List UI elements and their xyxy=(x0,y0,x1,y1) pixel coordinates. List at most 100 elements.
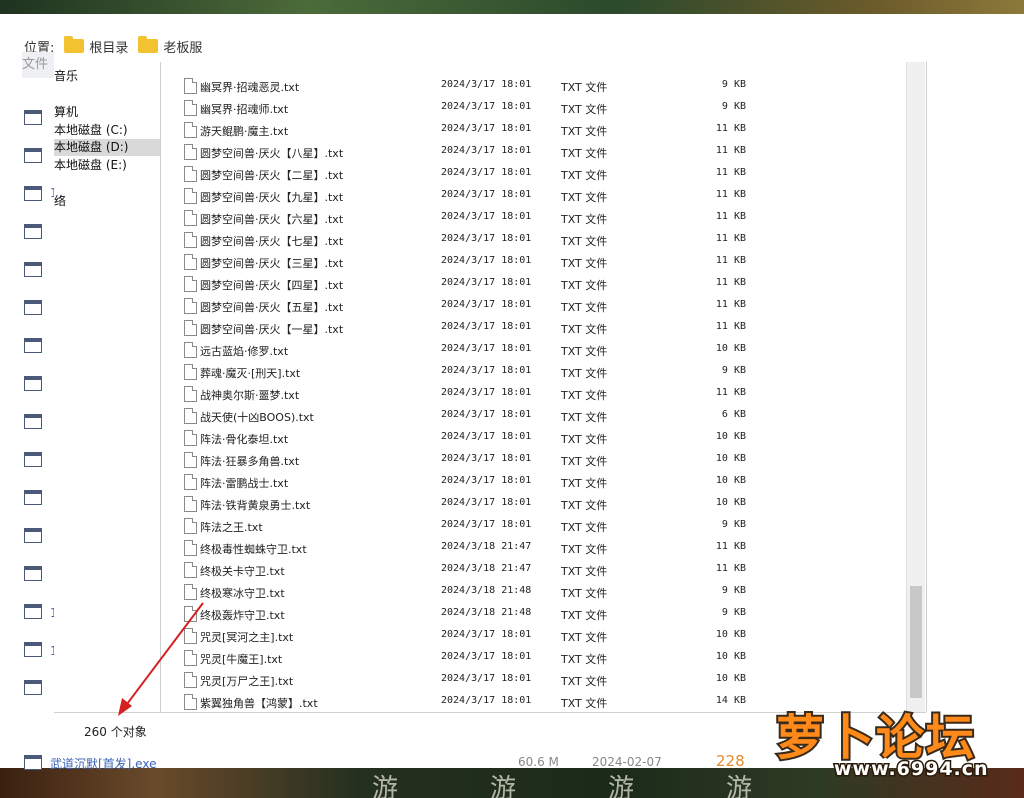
text-file-icon xyxy=(184,210,197,226)
file-row[interactable]: 游天鲲鹏·魔主.txt 2024/3/17 18:01 TXT 文件 11 KB xyxy=(164,119,906,141)
file-type: TXT 文件 xyxy=(561,675,608,688)
file-row[interactable]: 圆梦空间兽·厌火【五星】.txt 2024/3/17 18:01 TXT 文件 11 … xyxy=(164,295,906,317)
file-row[interactable]: 终极毒性蜘蛛守卫.txt 2024/3/18 21:47 TXT 文件 11 KB xyxy=(164,537,906,559)
text-file-icon xyxy=(184,672,197,688)
file-date: 2024/3/17 18:01 xyxy=(441,233,532,244)
file-size: 10 KB xyxy=(715,343,746,354)
file-row[interactable]: 圆梦空间兽·厌火【一星】.txt 2024/3/17 18:01 TXT 文件 11 … xyxy=(164,317,906,339)
file-row[interactable]: 远古蓝焰·修罗.txt 2024/3/17 18:01 TXT 文件 10 KB xyxy=(164,339,906,361)
file-type: TXT 文件 xyxy=(561,631,608,644)
background-char: 游 xyxy=(372,774,399,798)
file-type: TXT 文件 xyxy=(561,411,608,424)
vertical-scrollbar[interactable] xyxy=(906,62,925,712)
file-date: 2024/3/17 18:01 xyxy=(441,497,532,508)
file-type: TXT 文件 xyxy=(561,103,608,116)
file-row[interactable]: 咒灵[牛魔王].txt 2024/3/17 18:01 TXT 文件 10 KB xyxy=(164,647,906,669)
file-row[interactable]: 阵法·狂暴多角兽.txt 2024/3/17 18:01 TXT 文件 10 KB xyxy=(164,449,906,471)
file-name: 圆梦空间兽·厌火【一星】.txt xyxy=(200,323,344,336)
file-row[interactable]: 幽冥界·招魂恶灵.txt 2024/3/17 18:01 TXT 文件 9 KB xyxy=(164,75,906,97)
file-row[interactable]: 终极关卡守卫.txt 2024/3/18 21:47 TXT 文件 11 KB xyxy=(164,559,906,581)
file-size: 9 KB xyxy=(721,365,746,376)
file-type: TXT 文件 xyxy=(561,543,608,556)
file-row[interactable]: 幽冥界·招魂师.txt 2024/3/17 18:01 TXT 文件 9 KB xyxy=(164,97,906,119)
background-top xyxy=(0,0,1024,14)
nav-item-network[interactable]: 络 xyxy=(54,193,160,210)
file-row[interactable]: 战神奥尔斯·噩梦.txt 2024/3/17 18:01 TXT 文件 11 KB xyxy=(164,383,906,405)
text-file-icon xyxy=(184,232,197,248)
nav-item-label: 算机 xyxy=(54,105,79,119)
file-row[interactable]: 圆梦空间兽·厌火【三星】.txt 2024/3/17 18:01 TXT 文件 11 … xyxy=(164,251,906,273)
file-row[interactable]: 葬魂·魔灭·[刑天].txt 2024/3/17 18:01 TXT 文件 9 KB xyxy=(164,361,906,383)
file-date: 2024/3/17 18:01 xyxy=(441,255,532,266)
file-size: 10 KB xyxy=(715,453,746,464)
nav-item-drive-d[interactable]: 本地磁盘 (D:) xyxy=(54,139,160,156)
window-icon xyxy=(24,300,42,315)
text-file-icon xyxy=(184,628,197,644)
file-row[interactable]: 圆梦空间兽·厌火【二星】.txt 2024/3/17 18:01 TXT 文件 11 … xyxy=(164,163,906,185)
window-icon xyxy=(24,262,42,277)
scrollbar-thumb[interactable] xyxy=(910,586,922,698)
file-row[interactable]: 阵法·铁背黄泉勇士.txt 2024/3/17 18:01 TXT 文件 10 KB xyxy=(164,493,906,515)
file-size: 11 KB xyxy=(715,277,746,288)
file-name: 圆梦空间兽·厌火【八星】.txt xyxy=(200,147,344,160)
file-name: 圆梦空间兽·厌火【九星】.txt xyxy=(200,191,344,204)
file-size: 9 KB xyxy=(721,79,746,90)
file-size: 11 KB xyxy=(715,189,746,200)
file-row[interactable]: 阵法·骨化泰坦.txt 2024/3/17 18:01 TXT 文件 10 KB xyxy=(164,427,906,449)
nav-item-music[interactable]: 音乐 xyxy=(54,68,160,85)
window-icon xyxy=(24,604,42,619)
background-char: 游 xyxy=(490,774,517,798)
file-name: 阵法之王.txt xyxy=(200,521,263,534)
text-file-icon xyxy=(184,364,197,380)
file-date: 2024/3/17 18:01 xyxy=(441,123,532,134)
left-tab-files[interactable]: 文件 xyxy=(22,52,54,78)
object-count: 260 个对象 xyxy=(84,725,147,739)
file-name: 圆梦空间兽·厌火【七星】.txt xyxy=(200,235,344,248)
window-icon xyxy=(24,224,42,239)
file-row[interactable]: 终极轰炸守卫.txt 2024/3/18 21:48 TXT 文件 9 KB xyxy=(164,603,906,625)
file-date: 2024/3/17 18:01 xyxy=(441,431,532,442)
file-row[interactable]: 阵法之王.txt 2024/3/17 18:01 TXT 文件 9 KB xyxy=(164,515,906,537)
file-row[interactable]: 圆梦空间兽·厌火【九星】.txt 2024/3/17 18:01 TXT 文件 11 … xyxy=(164,185,906,207)
file-date: 2024/3/17 18:01 xyxy=(441,673,532,684)
file-name: 阵法·雷鹏战士.txt xyxy=(200,477,289,490)
file-date: 2024/3/17 18:01 xyxy=(441,695,532,706)
file-name: 战天使(十凶BOOS).txt xyxy=(200,411,314,424)
file-name: 葬魂·魔灭·[刑天].txt xyxy=(200,367,301,380)
file-date: 2024/3/17 18:01 xyxy=(441,321,532,332)
window-icon xyxy=(24,148,42,163)
file-type: TXT 文件 xyxy=(561,147,608,160)
file-size: 10 KB xyxy=(715,497,746,508)
text-file-icon xyxy=(184,144,197,160)
text-file-icon xyxy=(184,430,197,446)
window-icon xyxy=(24,642,42,657)
file-row[interactable]: 咒灵[万尸之王].txt 2024/3/17 18:01 TXT 文件 10 KB xyxy=(164,669,906,691)
window-icon xyxy=(24,755,42,770)
file-date: 2024/3/18 21:48 xyxy=(441,585,532,596)
file-row[interactable]: 咒灵[冥河之主].txt 2024/3/17 18:01 TXT 文件 10 KB xyxy=(164,625,906,647)
file-date: 2024/3/17 18:01 xyxy=(441,475,532,486)
window-icon xyxy=(24,110,42,125)
file-row[interactable]: 圆梦空间兽·厌火【八星】.txt 2024/3/17 18:01 TXT 文件 11 … xyxy=(164,141,906,163)
file-size: 10 KB xyxy=(715,629,746,640)
window-icon xyxy=(24,338,42,353)
nav-item-drive-e[interactable]: 本地磁盘 (E:) xyxy=(54,157,160,174)
file-dialog: 音乐 算机 本地磁盘 (C:) 本地磁盘 (D:) 本地磁盘 (E:) 络 幽冥… xyxy=(54,62,927,712)
nav-item-computer[interactable]: 算机 xyxy=(54,104,160,121)
crumb-boss-server[interactable]: 老板服 xyxy=(163,37,202,56)
nav-item-drive-c[interactable]: 本地磁盘 (C:) xyxy=(54,122,160,139)
background-char: 游 xyxy=(726,774,753,798)
file-row[interactable]: 圆梦空间兽·厌火【六星】.txt 2024/3/17 18:01 TXT 文件 11 … xyxy=(164,207,906,229)
file-row[interactable]: 终极寒冰守卫.txt 2024/3/18 21:48 TXT 文件 9 KB xyxy=(164,581,906,603)
file-row[interactable]: 圆梦空间兽·厌火【七星】.txt 2024/3/17 18:01 TXT 文件 11 … xyxy=(164,229,906,251)
file-row[interactable]: 战天使(十凶BOOS).txt 2024/3/17 18:01 TXT 文件 6 KB xyxy=(164,405,906,427)
crumb-root[interactable]: 根目录 xyxy=(89,37,128,56)
file-row[interactable]: 阵法·雷鹏战士.txt 2024/3/17 18:01 TXT 文件 10 KB xyxy=(164,471,906,493)
download-file-name[interactable]: 武道沉默[首发].exe xyxy=(50,755,156,772)
file-date: 2024/3/17 18:01 xyxy=(441,277,532,288)
file-name: 阵法·骨化泰坦.txt xyxy=(200,433,289,446)
download-entry[interactable]: 武道沉默[首发].exe 60.6 M 2024-02-07 228 xyxy=(24,752,764,772)
file-type: TXT 文件 xyxy=(561,477,608,490)
file-row[interactable]: 圆梦空间兽·厌火【四星】.txt 2024/3/17 18:01 TXT 文件 11 … xyxy=(164,273,906,295)
file-type: TXT 文件 xyxy=(561,455,608,468)
